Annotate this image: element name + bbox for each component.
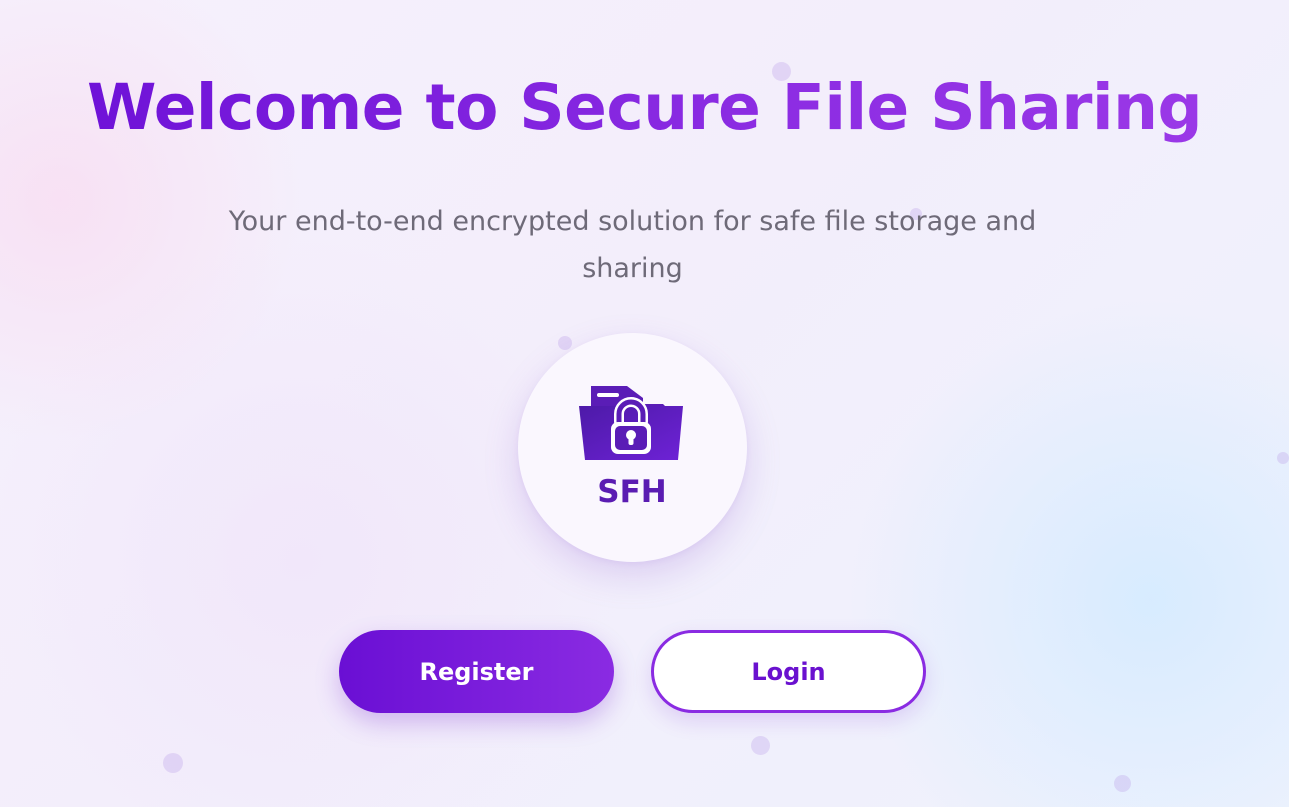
locked-folder-icon	[579, 386, 683, 460]
login-button[interactable]: Login	[651, 630, 926, 713]
decorative-dot	[1114, 775, 1131, 792]
decorative-dot	[163, 753, 183, 773]
decorative-dot	[751, 736, 770, 755]
logo-text: SFH	[597, 474, 667, 510]
page-subtitle: Your end-to-end encrypted solution for s…	[228, 206, 1037, 284]
decorative-dot	[1277, 452, 1289, 464]
register-button[interactable]: Register	[339, 630, 614, 713]
decorative-dot	[558, 336, 572, 350]
page-title: Welcome to Secure File Sharing	[0, 70, 1289, 146]
